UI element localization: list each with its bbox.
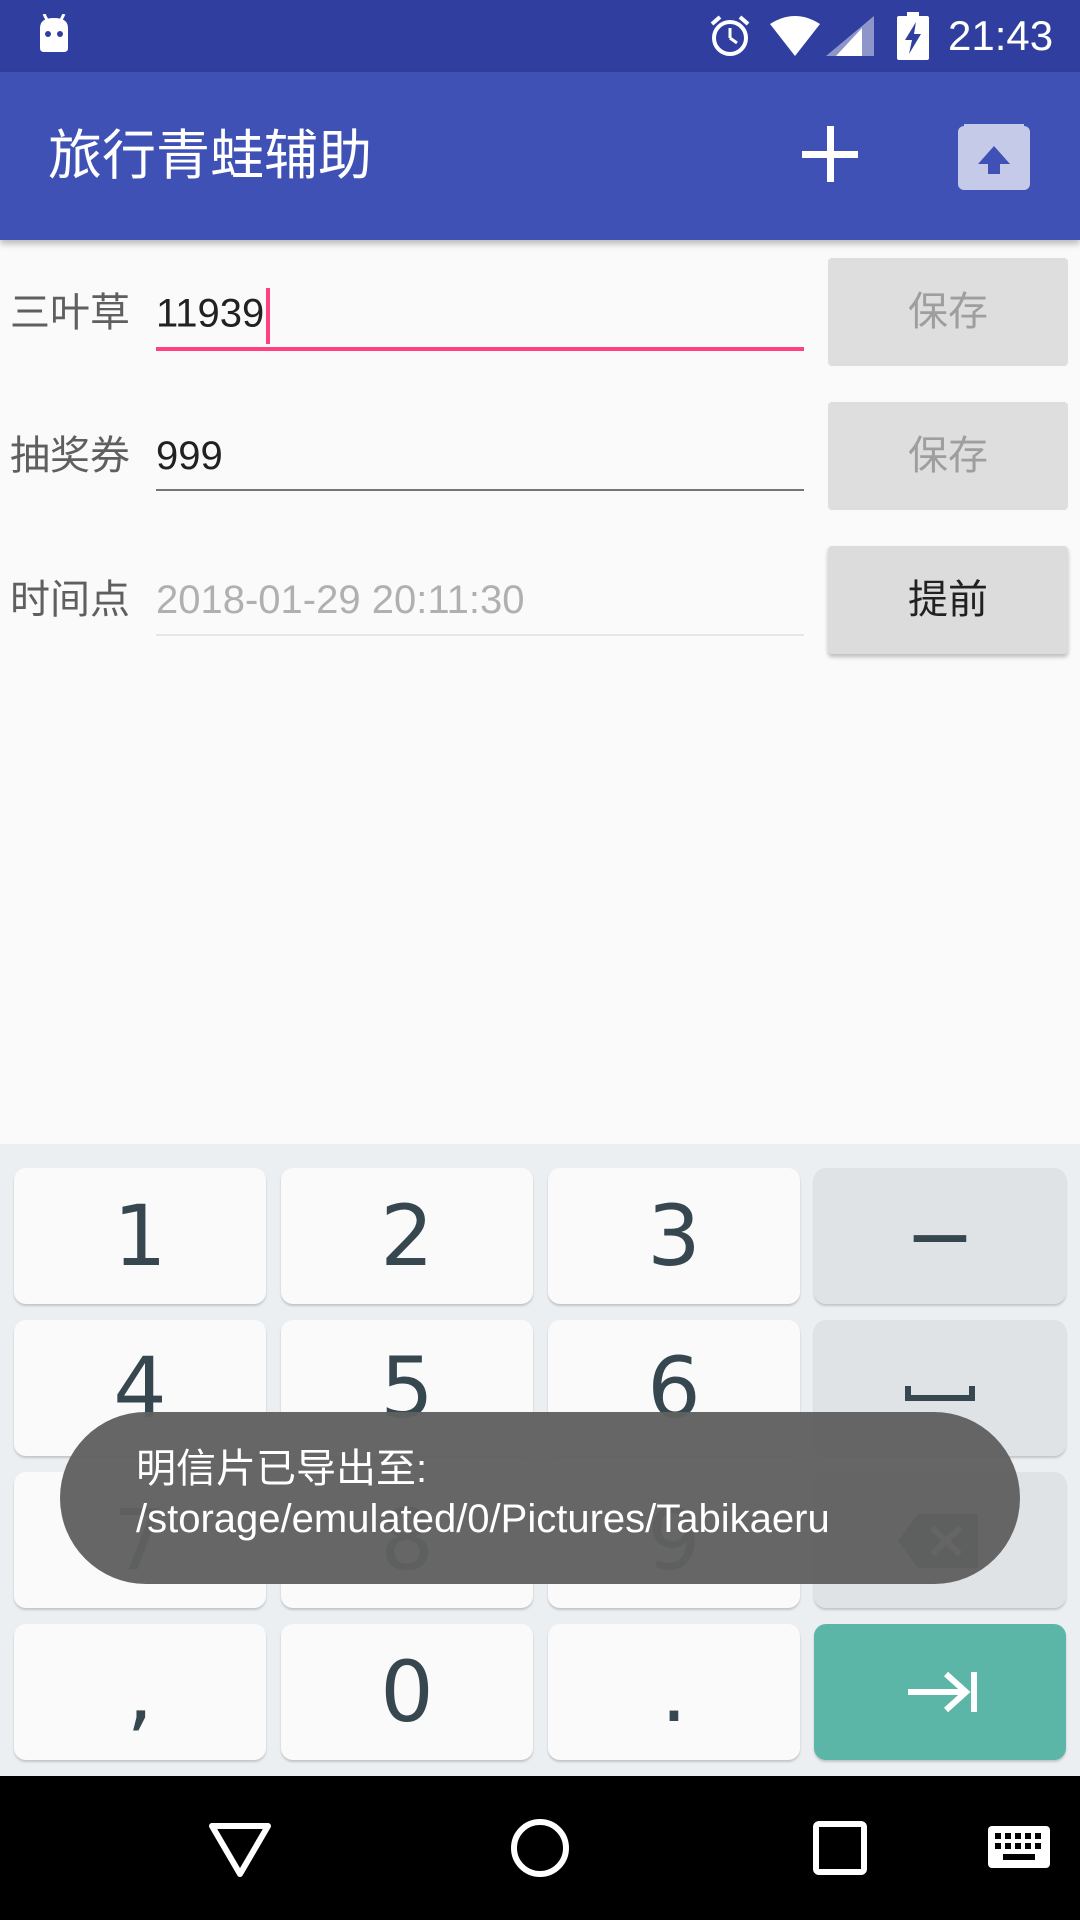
next-tab-icon	[908, 1671, 977, 1713]
key-period[interactable]: .	[548, 1624, 800, 1760]
upload-icon	[958, 124, 1030, 190]
key-comma[interactable]: ,	[14, 1624, 266, 1760]
save-tickets-button[interactable]: 保存	[828, 402, 1068, 510]
advance-button[interactable]: 提前	[828, 546, 1068, 654]
cell-signal-icon	[826, 16, 874, 56]
plus-icon	[802, 126, 858, 182]
clover-input[interactable]: 11939	[156, 288, 804, 344]
back-icon[interactable]	[206, 1814, 274, 1882]
android-debug-icon	[40, 14, 68, 52]
navigation-bar	[0, 1776, 1080, 1920]
tickets-label: 抽奖券	[10, 433, 130, 479]
key-1[interactable]: 1	[14, 1168, 266, 1304]
clover-value: 11939	[156, 291, 265, 336]
export-button[interactable]	[952, 116, 1032, 196]
tickets-input[interactable]: 999	[156, 431, 804, 481]
key-0[interactable]: 0	[281, 1624, 533, 1760]
app-title: 旅行青蛙辅助	[48, 124, 372, 187]
toast: 明信片已导出至: /storage/emulated/0/Pictures/Ta…	[60, 1412, 1020, 1584]
clover-label: 三叶草	[10, 290, 130, 336]
recents-icon[interactable]	[806, 1814, 874, 1882]
toast-message: 明信片已导出至: /storage/emulated/0/Pictures/Ta…	[136, 1447, 830, 1541]
status-clock: 21:43	[948, 12, 1054, 59]
status-bar: 21:43	[0, 0, 1080, 72]
time-point-input[interactable]: 2018-01-29 20:11:30	[156, 575, 804, 625]
tickets-input-underline	[156, 489, 804, 491]
clover-input-underline	[156, 347, 804, 351]
alarm-icon	[710, 15, 750, 56]
key-2[interactable]: 2	[281, 1168, 533, 1304]
app-bar: 旅行青蛙辅助	[0, 72, 1080, 240]
home-icon[interactable]	[506, 1814, 574, 1882]
time-point-label: 时间点	[10, 577, 130, 623]
text-cursor	[266, 288, 271, 344]
save-clover-button[interactable]: 保存	[828, 258, 1068, 366]
wifi-icon	[770, 16, 820, 56]
key-minus[interactable]: −	[814, 1168, 1066, 1304]
keyboard-switch-icon[interactable]	[986, 1820, 1052, 1876]
battery-charging-icon	[897, 12, 929, 60]
key-3[interactable]: 3	[548, 1168, 800, 1304]
time-point-input-underline	[156, 634, 804, 636]
key-next[interactable]	[814, 1624, 1066, 1760]
add-button[interactable]	[790, 114, 870, 194]
